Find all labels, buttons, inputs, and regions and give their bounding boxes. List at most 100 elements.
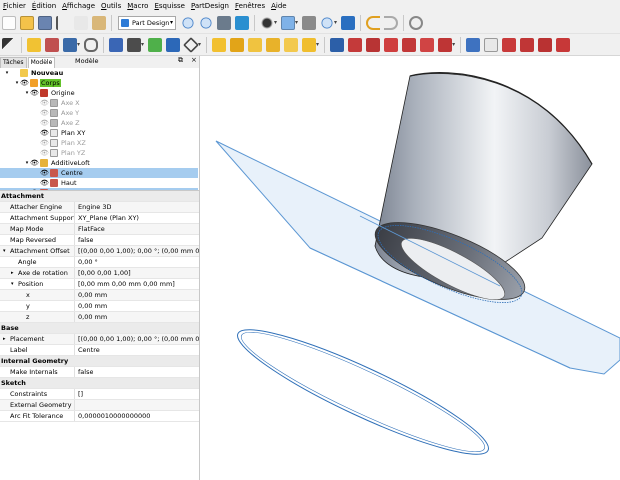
- property-value[interactable]: XY_Plane (Plan XY): [75, 214, 139, 222]
- tree-item[interactable]: 👁 Plan YZ: [0, 148, 198, 158]
- expander-icon[interactable]: ▾: [4, 70, 10, 76]
- bounding-box-icon[interactable]: [235, 15, 249, 30]
- property-value[interactable]: 0,00 °: [75, 258, 98, 266]
- property-row[interactable]: y 0,00 mm: [0, 301, 199, 312]
- 3d-viewport[interactable]: [200, 56, 620, 480]
- visibility-eye-icon[interactable]: 👁: [40, 139, 49, 147]
- tab-model[interactable]: Modèle: [27, 57, 56, 68]
- isometric-view-icon[interactable]: [281, 15, 296, 30]
- tree-item[interactable]: 👁 Haut: [0, 178, 198, 188]
- measure-icon[interactable]: [302, 15, 317, 30]
- expander-icon[interactable]: ▸: [3, 336, 10, 342]
- subtractive-pipe-icon[interactable]: [402, 37, 417, 52]
- property-row[interactable]: Angle 0,00 °: [0, 257, 199, 268]
- zoom-selection-icon[interactable]: [199, 15, 213, 30]
- draw-style-icon[interactable]: [217, 15, 231, 30]
- expander-icon[interactable]: ▸: [11, 270, 18, 276]
- additive-primitive-icon[interactable]: [302, 37, 317, 52]
- chevron-down-icon[interactable]: ▾: [452, 41, 455, 48]
- chevron-down-icon[interactable]: ▾: [141, 41, 144, 48]
- multi-transform-icon[interactable]: [520, 37, 535, 52]
- new-document-icon[interactable]: [2, 15, 16, 30]
- menu-item-2[interactable]: Affichage: [59, 0, 98, 12]
- view-style-icon[interactable]: [260, 15, 274, 30]
- property-value[interactable]: [0,00 0,00 1,00]: [75, 269, 131, 277]
- close-icon[interactable]: ×: [191, 56, 197, 64]
- menu-item-0[interactable]: Fichier: [0, 0, 29, 12]
- chevron-down-icon[interactable]: ▾: [334, 19, 337, 26]
- validate-sketch-icon[interactable]: [84, 37, 99, 52]
- datum-plane-icon[interactable]: [183, 36, 199, 53]
- visibility-eye-icon[interactable]: 👁: [40, 99, 49, 107]
- pocket-icon[interactable]: [330, 37, 345, 52]
- property-value[interactable]: 0,00 mm: [75, 302, 107, 310]
- save-icon[interactable]: [38, 15, 52, 30]
- property-row[interactable]: ▸ Axe de rotation [0,00 0,00 1,00]: [0, 268, 199, 279]
- subtractive-primitive-icon[interactable]: [438, 37, 453, 52]
- tree-item[interactable]: 👁 Axe Z: [0, 118, 198, 128]
- visibility-eye-icon[interactable]: 👁: [30, 159, 39, 167]
- chevron-down-icon[interactable]: ▾: [295, 19, 298, 26]
- property-row[interactable]: ▾ Attachment Offset [(0,00 0,00 1,00); 0,0…: [0, 246, 199, 257]
- chevron-down-icon[interactable]: ▾: [274, 19, 277, 26]
- property-row[interactable]: Map Mode FlatFace: [0, 224, 199, 235]
- pad-icon[interactable]: [212, 37, 227, 52]
- fillet-icon[interactable]: [538, 37, 553, 52]
- visibility-eye-icon[interactable]: 👁: [40, 109, 49, 117]
- additive-helix-icon[interactable]: [284, 37, 299, 52]
- menu-item-6[interactable]: PartDesign: [188, 0, 232, 12]
- base-sketch-ellipse[interactable]: [228, 312, 498, 472]
- property-row[interactable]: Map Reversed false: [0, 235, 199, 246]
- visibility-eye-icon[interactable]: 👁: [40, 169, 49, 177]
- property-value[interactable]: FlatFace: [75, 225, 105, 233]
- subtractive-helix-icon[interactable]: [420, 37, 435, 52]
- tree-item[interactable]: ▾ 👁 AdditiveLoft: [0, 158, 198, 168]
- open-folder-icon[interactable]: [20, 15, 34, 30]
- datum-point-icon[interactable]: [109, 37, 124, 52]
- property-value[interactable]: [(0,00 0,00 1,00); 0,00 °; (0,00 mm 0,00…: [75, 335, 199, 343]
- datum-line-icon[interactable]: [127, 37, 142, 52]
- zoom-in-icon[interactable]: [320, 15, 335, 30]
- property-value[interactable]: 0,0000010000000000: [75, 412, 150, 420]
- refresh-icon[interactable]: [409, 15, 424, 30]
- property-value[interactable]: [(0,00 0,00 1,00); 0,00 °; (0,00 mm 0,00…: [75, 247, 199, 255]
- undo-icon[interactable]: [366, 15, 381, 30]
- linear-pattern-icon[interactable]: [484, 37, 499, 52]
- clone-icon[interactable]: [166, 37, 181, 52]
- chevron-down-icon[interactable]: ▾: [77, 41, 80, 48]
- tree-item[interactable]: ▾ 👁 Corps: [0, 78, 198, 88]
- property-group[interactable]: Internal Geometry: [0, 356, 199, 367]
- property-value[interactable]: 0,00 mm: [75, 313, 107, 321]
- property-row[interactable]: Constraints []: [0, 389, 199, 400]
- hole-icon[interactable]: [348, 37, 363, 52]
- property-group[interactable]: Attachment: [0, 191, 199, 202]
- tree-item[interactable]: 👁 Plan XY: [0, 128, 198, 138]
- float-panel-icon[interactable]: ⧉: [178, 56, 183, 65]
- subtractive-loft-icon[interactable]: [384, 37, 399, 52]
- menu-item-4[interactable]: Macro: [124, 0, 151, 12]
- property-row[interactable]: Arc Fit Tolerance 0,0000010000000000: [0, 411, 199, 422]
- redo-icon[interactable]: [384, 15, 399, 30]
- expander-icon[interactable]: ▾: [3, 248, 10, 254]
- tree-item[interactable]: 👁 Plan XZ: [0, 138, 198, 148]
- property-value[interactable]: Engine 3D: [75, 203, 111, 211]
- cut-icon[interactable]: [56, 15, 70, 30]
- menu-item-5[interactable]: Esquisse: [151, 0, 188, 12]
- menu-item-3[interactable]: Outils: [98, 0, 124, 12]
- property-row[interactable]: x 0,00 mm: [0, 290, 199, 301]
- revolution-icon[interactable]: [230, 37, 245, 52]
- attach-sketch-icon[interactable]: [63, 37, 77, 52]
- tree-item[interactable]: ▾ 👁 Origine: [0, 88, 198, 98]
- property-value[interactable]: false: [75, 236, 93, 244]
- visibility-eye-icon[interactable]: 👁: [40, 149, 49, 157]
- paste-icon[interactable]: [92, 15, 106, 30]
- menu-item-1[interactable]: Édition: [29, 0, 59, 12]
- shape-binder-icon[interactable]: [148, 37, 163, 52]
- property-row[interactable]: z 0,00 mm: [0, 312, 199, 323]
- tree-item[interactable]: ▾ Nouveau: [0, 68, 198, 78]
- polar-pattern-icon[interactable]: [502, 37, 517, 52]
- tree-item[interactable]: 👁 Centre: [0, 168, 198, 178]
- chevron-down-icon[interactable]: ▾: [316, 41, 319, 48]
- mirrored-icon[interactable]: [466, 37, 481, 52]
- cursor-icon[interactable]: [2, 37, 16, 52]
